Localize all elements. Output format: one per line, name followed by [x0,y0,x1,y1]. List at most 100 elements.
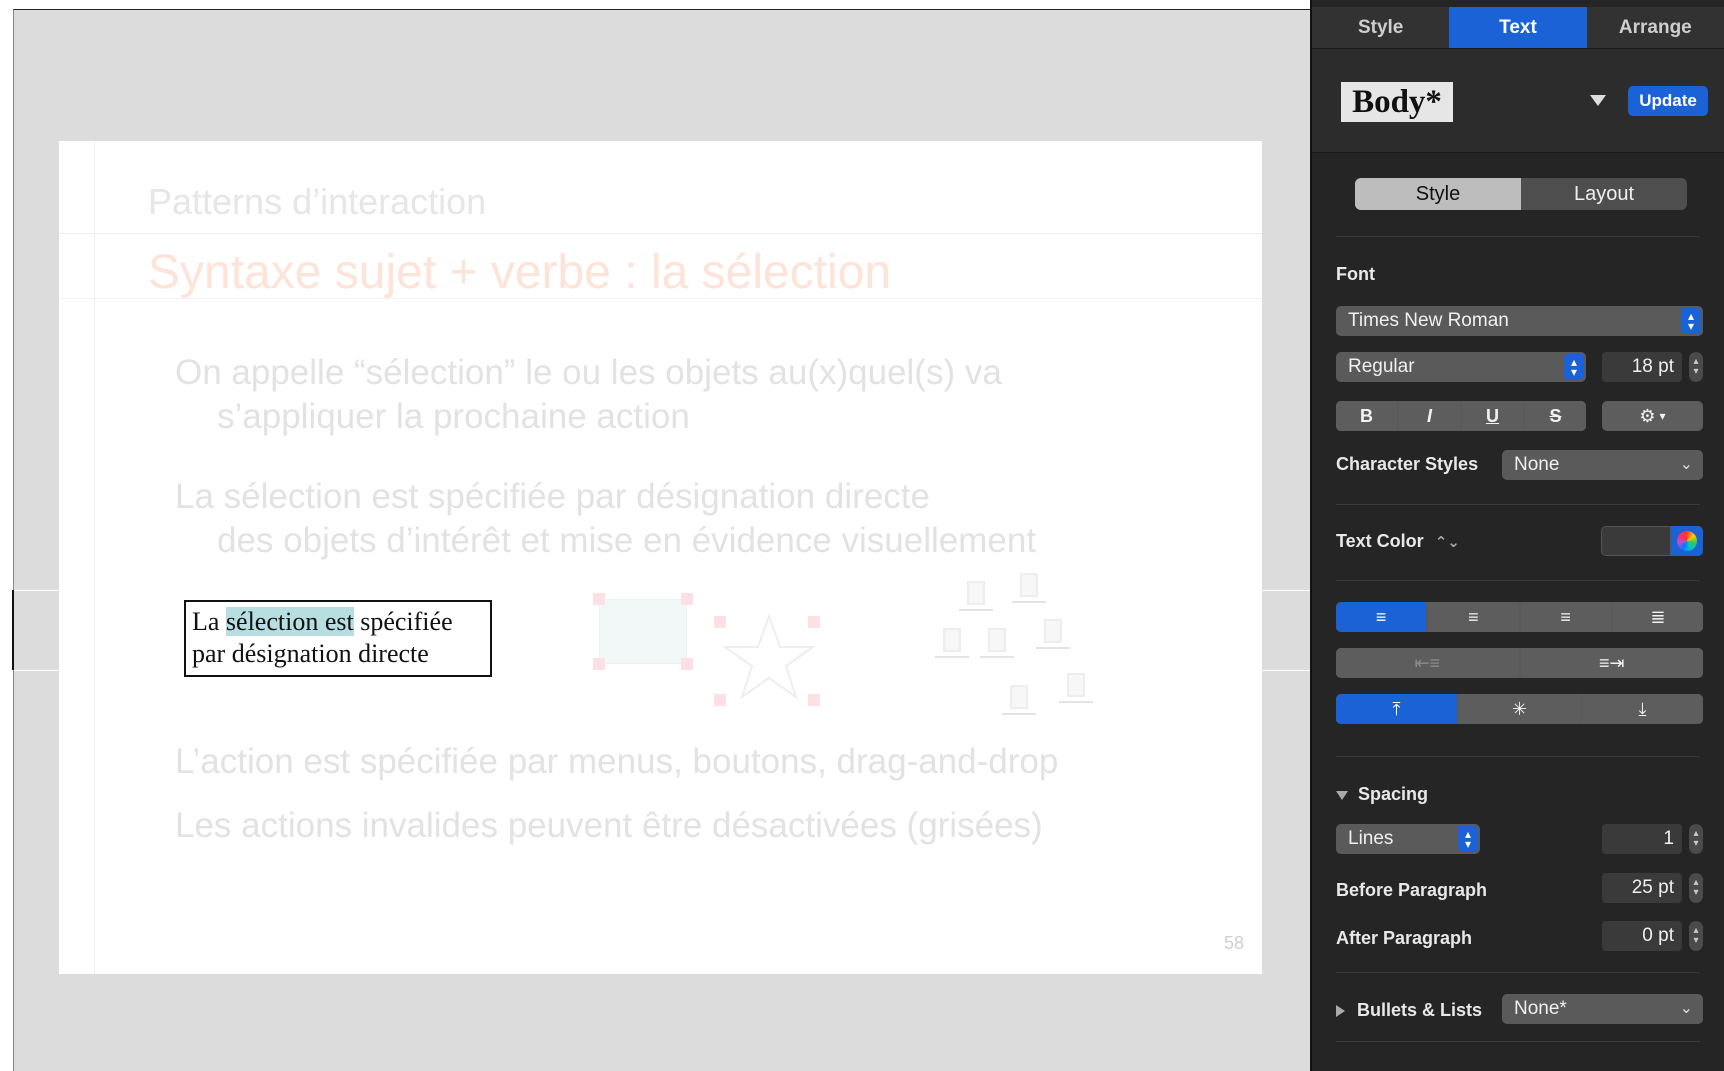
align-center-icon[interactable]: ≡ [1428,602,1519,632]
up-down-arrows-icon: ▴ ▾ [1681,308,1701,334]
object-illustration [967,581,985,605]
divider [1336,236,1700,237]
object-illustration [1010,685,1028,709]
rectangle-shape-illustration [599,599,687,664]
bullet-line: s’appliquer la prochaine action [217,397,690,436]
gear-glyph: ⚙ [1639,405,1656,426]
font-typeface-value: Regular [1348,356,1415,377]
selection-handle [681,658,693,670]
font-typeface-select[interactable]: Regular ▴ ▾ [1336,352,1586,382]
color-picker-button[interactable] [1671,526,1703,556]
slide-header[interactable]: Patterns d’interaction [148,181,486,223]
text-format-buttons: B I U S [1336,401,1586,431]
segment-layout[interactable]: Layout [1521,178,1687,210]
spacing-disclosure[interactable]: Spacing [1336,784,1428,805]
bullets-lists-disclosure[interactable]: Bullets & Lists [1336,1000,1482,1021]
bullet-line: La sélection est spécifiée par désignati… [175,477,930,516]
italic-button[interactable]: I [1399,401,1460,431]
before-paragraph-stepper[interactable]: ▴ ▾ [1689,873,1703,903]
slide[interactable]: Patterns d’interaction Syntaxe sujet + v… [59,141,1262,974]
divider [1336,580,1700,581]
text-color-label[interactable]: Text Color ⌃⌄ [1336,531,1460,552]
strikethrough-button[interactable]: S [1525,401,1586,431]
before-paragraph-label: Before Paragraph [1336,880,1488,900]
bullets-lists-label: Bullets & Lists [1357,1000,1483,1020]
update-button[interactable]: Update [1628,86,1708,116]
increase-indent-icon[interactable]: ≡⇥ [1520,648,1703,678]
decrease-indent-icon[interactable]: ⇤≡ [1336,648,1519,678]
guide-marker [12,590,14,670]
object-illustration [943,628,961,652]
bullet-text[interactable]: La sélection est spécifiée par désignati… [175,475,1036,563]
selected-text-box[interactable]: La sélection est spécifiée par désignati… [184,600,492,677]
align-left-icon[interactable]: ≡ [1336,602,1427,632]
object-illustration [1020,573,1038,597]
selection-handle [714,694,726,706]
object-illustration [1002,713,1036,715]
example-text: spécifiée [353,607,453,636]
character-styles-select[interactable]: None ⌄ [1502,450,1703,480]
bold-button[interactable]: B [1336,401,1397,431]
color-wheel-icon [1677,531,1697,551]
object-illustration [959,609,993,611]
font-size-stepper[interactable]: ▴ ▾ [1689,352,1703,382]
slide-title[interactable]: Syntaxe sujet + verbe : la sélection [148,245,891,300]
up-down-arrows-icon: ▴ ▾ [1564,354,1584,380]
before-paragraph-field[interactable]: 25 pt [1602,873,1682,903]
align-bottom-icon[interactable]: ⤓ [1582,694,1703,724]
align-right-icon[interactable]: ≡ [1520,602,1611,632]
underline-button[interactable]: U [1462,401,1523,431]
divider [1336,504,1700,505]
selection-handle [714,616,726,628]
indent-buttons: ⇤≡ ≡⇥ [1336,648,1703,678]
bullet-text[interactable]: L’action est spécifiée par menus, bouton… [175,740,1058,784]
spacing-label: Spacing [1358,784,1429,804]
tab-style[interactable]: Style [1312,7,1449,48]
align-middle-icon[interactable]: ✳ [1459,694,1580,724]
chevron-down-icon: ▾ [1659,409,1666,423]
line-spacing-mode-value: Lines [1348,828,1394,849]
character-styles-value: None [1514,454,1560,475]
align-top-icon[interactable]: ⤒ [1336,694,1457,724]
chevron-down-icon: ⌄ [1679,1000,1693,1017]
up-down-arrows-icon: ▴ ▾ [1458,826,1478,852]
paragraph-style-row: Body* Update [1312,49,1724,153]
tab-arrange[interactable]: Arrange [1587,7,1724,48]
inspector-tabs: Style Text Arrange [1312,7,1724,49]
line-spacing-field[interactable]: 1 [1602,824,1682,854]
format-inspector: Style Text Arrange Body* Update Style La… [1310,0,1724,1071]
text-color-well[interactable] [1601,526,1671,556]
font-section-label: Font [1336,264,1375,284]
object-illustration [1059,701,1093,703]
advanced-options-button[interactable]: ⚙ ▾ [1602,401,1703,431]
disclosure-triangle-down-icon [1336,790,1348,800]
disclosure-triangle-right-icon [1336,1005,1345,1018]
tab-text[interactable]: Text [1449,7,1587,48]
text-selection-highlight[interactable]: sélection est [225,607,354,636]
line-spacing-mode-select[interactable]: Lines ▴ ▾ [1336,824,1480,854]
bullet-text[interactable]: Les actions invalides peuvent être désac… [175,804,1043,848]
bullet-line: On appelle “sélection” le ou les objets … [175,353,1002,392]
after-paragraph-field[interactable]: 0 pt [1602,921,1682,951]
paragraph-style-preview[interactable]: Body* [1341,82,1453,122]
align-justify-icon[interactable]: ≣ [1612,602,1703,632]
divider [1336,972,1700,973]
segment-style[interactable]: Style [1355,178,1521,210]
font-family-select[interactable]: Times New Roman ▴ ▾ [1336,306,1703,336]
chevron-down-icon[interactable] [1590,95,1606,106]
example-text: La [192,607,226,636]
bullets-lists-select[interactable]: None* ⌄ [1502,994,1703,1024]
font-size-field[interactable]: 18 pt [1602,352,1682,382]
selection-handle [681,593,693,605]
object-illustration [1036,647,1070,649]
selection-handle [593,593,605,605]
slide-number: 58 [1223,933,1244,953]
slide-canvas[interactable]: Patterns d’interaction Syntaxe sujet + v… [12,9,1311,1071]
vertical-alignment-buttons: ⤒ ✳ ⤓ [1336,694,1703,724]
selection-handle [593,658,605,670]
style-layout-segmented-control: Style Layout [1355,178,1687,210]
bullet-text[interactable]: On appelle “sélection” le ou les objets … [175,351,1002,439]
divider [1336,1041,1700,1042]
after-paragraph-stepper[interactable]: ▴ ▾ [1689,921,1703,951]
line-spacing-stepper[interactable]: ▴ ▾ [1689,824,1703,854]
